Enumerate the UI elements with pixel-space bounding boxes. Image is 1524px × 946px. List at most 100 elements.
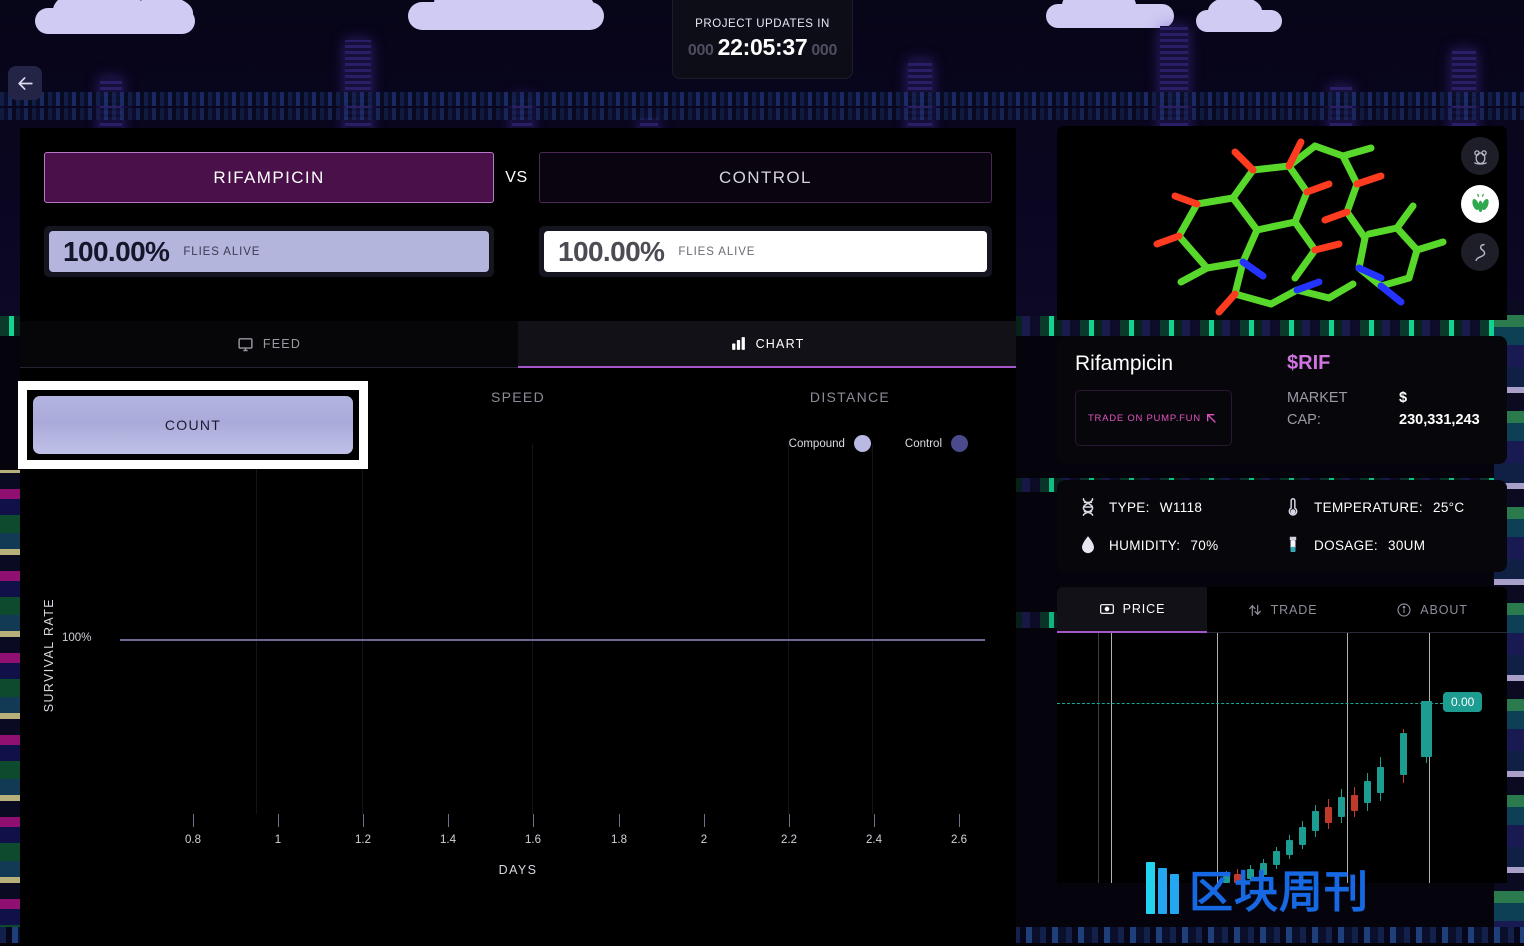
- vs-label: VS: [494, 169, 539, 187]
- price-gridline: [1111, 633, 1112, 883]
- comparison-header: RIFAMPICIN VS CONTROL 100.00% FLIES ALIV…: [20, 128, 1016, 321]
- spec-humidity: HUMIDITY: 70%: [1077, 534, 1282, 556]
- tab-price[interactable]: PRICE: [1057, 587, 1207, 633]
- metric-tab-count-focus-ring: COUNT: [18, 381, 368, 469]
- x-tick-label: 1.8: [596, 834, 642, 846]
- city-skyline-band: [0, 92, 1524, 106]
- tab-feed-label: FEED: [263, 337, 301, 351]
- tab-trade[interactable]: TRADE: [1207, 587, 1357, 633]
- model-organism-switch: [1461, 137, 1499, 271]
- metric-tab-distance[interactable]: DISTANCE: [684, 389, 1016, 405]
- x-tick-label: 1: [255, 834, 301, 846]
- x-tick: 1.6: [510, 814, 556, 846]
- token-name: Rifampicin: [1075, 352, 1287, 376]
- x-tick: 2: [681, 814, 727, 846]
- cloud-icon: [1046, 4, 1174, 28]
- fly-icon-button[interactable]: [1461, 185, 1499, 223]
- chart-gridline: [532, 444, 533, 814]
- price-candlestick-chart[interactable]: 0.00: [1057, 633, 1507, 883]
- cloud-icon: [1196, 10, 1282, 32]
- market-cap-value: 230,331,243: [1399, 412, 1480, 428]
- tab-about[interactable]: ABOUT: [1357, 587, 1507, 633]
- compound-sidebar: Rifampicin $RIF TRADE ON PUMP.FUN MARKET…: [1057, 126, 1507, 883]
- survival-chart: Compound Control SURVIVAL RATE 100% 0.8 …: [20, 426, 1016, 946]
- spec-temperature: TEMPERATURE: 25°C: [1282, 496, 1487, 518]
- spec-temperature-value: 25°C: [1433, 500, 1465, 515]
- molecule-viewer[interactable]: [1057, 126, 1507, 320]
- price-tab-bar: PRICE TRADE ABOUT: [1057, 587, 1507, 633]
- arrow-up-left-icon: [1203, 410, 1219, 426]
- x-tick-label: 1.6: [510, 834, 556, 846]
- view-tab-bar: FEED CHART: [20, 321, 1016, 368]
- chart-gridline: [788, 444, 789, 814]
- metric-tab-count[interactable]: COUNT: [33, 396, 353, 454]
- price-tag-icon: [1099, 601, 1115, 617]
- x-tick: 1.8: [596, 814, 642, 846]
- control-survival-value: 100.00%: [558, 236, 664, 268]
- y-axis-tick-100: 100%: [62, 632, 91, 644]
- chart-legend: Compound Control: [789, 435, 968, 452]
- bar-chart-icon: [730, 335, 747, 352]
- market-cap-key-line1: MARKET: [1287, 390, 1399, 406]
- tab-price-label: PRICE: [1123, 602, 1166, 616]
- metric-tab-speed[interactable]: SPEED: [352, 389, 684, 405]
- fly-icon: [1469, 193, 1492, 216]
- y-axis-title: SURVIVAL RATE: [42, 598, 56, 712]
- price-gridline: [1098, 633, 1099, 883]
- price-gridline: [1429, 633, 1430, 883]
- project-update-countdown: PROJECT UPDATES IN 000 22:05:37 000: [672, 0, 853, 79]
- countdown-prefix: 000: [688, 42, 714, 60]
- x-tick: 0.8: [170, 814, 216, 846]
- spec-type-key: TYPE:: [1109, 500, 1150, 515]
- x-axis-title: DAYS: [20, 863, 1016, 877]
- info-icon: [1396, 602, 1412, 618]
- last-price-line: [1057, 703, 1443, 704]
- x-tick-label: 2.4: [851, 834, 897, 846]
- countdown-label: PROJECT UPDATES IN: [695, 18, 830, 30]
- price-gridline: [1217, 633, 1218, 883]
- compound-tab[interactable]: RIFAMPICIN: [44, 152, 494, 203]
- spec-humidity-value: 70%: [1190, 538, 1218, 553]
- back-button[interactable]: [8, 66, 42, 100]
- tab-feed[interactable]: FEED: [20, 321, 518, 368]
- spec-type-value: W1118: [1160, 500, 1203, 515]
- mouse-icon-button[interactable]: [1461, 137, 1499, 175]
- x-tick-label: 0.8: [170, 834, 216, 846]
- tab-chart[interactable]: CHART: [518, 321, 1016, 368]
- vial-icon: [1282, 534, 1304, 556]
- chart-gridline: [256, 444, 257, 814]
- legend-item-control: Control: [905, 435, 968, 452]
- droplet-icon: [1077, 534, 1099, 556]
- trade-on-pumpfun-button[interactable]: TRADE ON PUMP.FUN: [1075, 390, 1232, 446]
- control-survival-label: FLIES ALIVE: [678, 246, 755, 258]
- market-cap-block: MARKET $ CAP: 230,331,243: [1287, 390, 1480, 446]
- legend-dot-control: [951, 435, 968, 452]
- token-ticker: $RIF: [1287, 352, 1330, 375]
- monitor-icon: [237, 336, 254, 353]
- market-cap-currency: $: [1399, 390, 1407, 406]
- spec-temperature-key: TEMPERATURE:: [1314, 500, 1423, 515]
- spec-humidity-key: HUMIDITY:: [1109, 538, 1180, 553]
- control-tab[interactable]: CONTROL: [539, 152, 992, 203]
- swap-icon: [1247, 602, 1263, 618]
- legend-label-control: Control: [905, 438, 942, 450]
- x-tick-label: 1.4: [425, 834, 471, 846]
- city-skyline-band: [0, 108, 1524, 120]
- worm-icon: [1470, 242, 1491, 263]
- countdown-time: 22:05:37: [718, 34, 808, 61]
- x-axis-ticks: 0.8 1 1.2 1.4 1.6 1.8 2 2.2: [20, 814, 1016, 860]
- x-tick: 1.2: [340, 814, 386, 846]
- last-price-badge: 0.00: [1443, 692, 1482, 712]
- compound-survival-bar: 100.00% FLIES ALIVE: [44, 226, 494, 277]
- chart-gridline: [362, 444, 363, 814]
- x-tick: 1: [255, 814, 301, 846]
- spec-type: TYPE: W1118: [1077, 496, 1282, 518]
- tab-trade-label: TRADE: [1271, 603, 1318, 617]
- tab-chart-label: CHART: [756, 337, 805, 351]
- cloud-icon: [35, 8, 195, 34]
- cloud-icon: [408, 2, 604, 30]
- worm-icon-button[interactable]: [1461, 233, 1499, 271]
- compound-survival-label: FLIES ALIVE: [183, 246, 260, 258]
- dna-icon: [1077, 496, 1099, 518]
- spec-dosage-value: 30UM: [1388, 538, 1425, 553]
